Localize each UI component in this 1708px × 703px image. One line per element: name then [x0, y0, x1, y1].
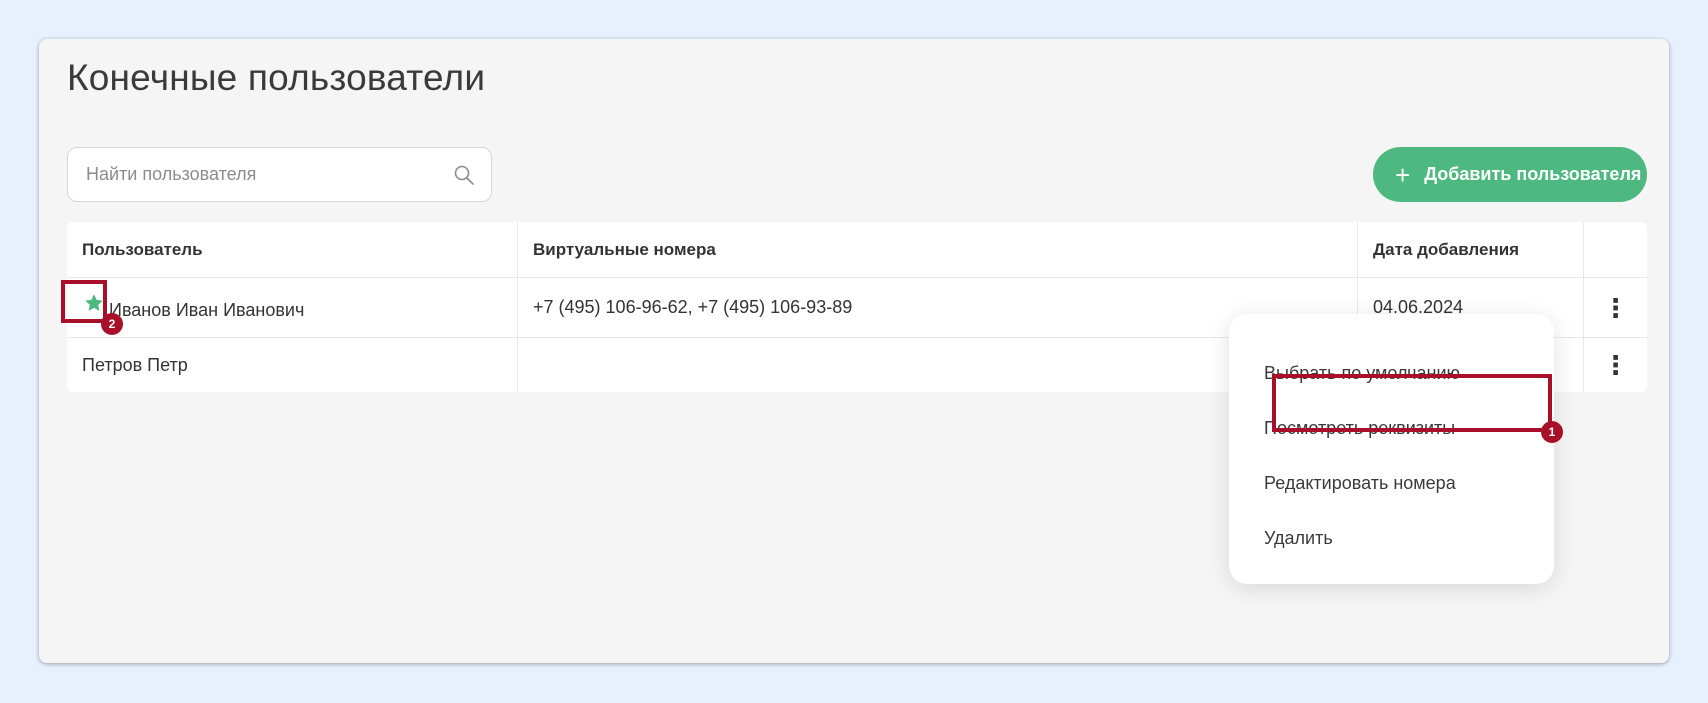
highlight-box-default-star: [61, 280, 107, 323]
column-header-date: Дата добавления: [1357, 222, 1583, 277]
user-name: Иванов Иван Иванович: [109, 300, 305, 320]
menu-item-edit-numbers[interactable]: Редактировать номера: [1264, 473, 1456, 494]
column-header-numbers: Виртуальные номера: [517, 222, 1357, 277]
table-header: Пользователь Виртуальные номера Дата доб…: [67, 222, 1647, 278]
more-vertical-icon[interactable]: ⋮: [1603, 352, 1629, 378]
search-input[interactable]: [86, 148, 446, 201]
row-context-menu: Выбрать по умолчанию Посмотреть реквизит…: [1229, 314, 1554, 584]
highlight-box-set-default: [1272, 374, 1552, 432]
search-box[interactable]: [67, 147, 492, 202]
annotation-badge-2: 2: [101, 313, 123, 335]
annotation-badge-1: 1: [1541, 421, 1563, 443]
row-actions-cell: ⋮: [1583, 338, 1647, 392]
menu-item-delete[interactable]: Удалить: [1264, 528, 1333, 549]
plus-icon: +: [1395, 159, 1411, 190]
add-user-label: Добавить пользователя: [1424, 164, 1642, 184]
user-cell: Иванов Иван Иванович: [67, 278, 517, 337]
page-title: Конечные пользователи: [67, 57, 486, 98]
add-user-button[interactable]: + Добавить пользователя: [1373, 147, 1647, 202]
column-header-actions: [1583, 222, 1647, 277]
row-actions-cell: ⋮: [1583, 278, 1647, 337]
column-header-user: Пользователь: [82, 239, 203, 259]
user-name: Петров Петр: [82, 354, 188, 375]
search-icon[interactable]: [453, 164, 475, 186]
more-vertical-icon[interactable]: ⋮: [1603, 295, 1629, 321]
